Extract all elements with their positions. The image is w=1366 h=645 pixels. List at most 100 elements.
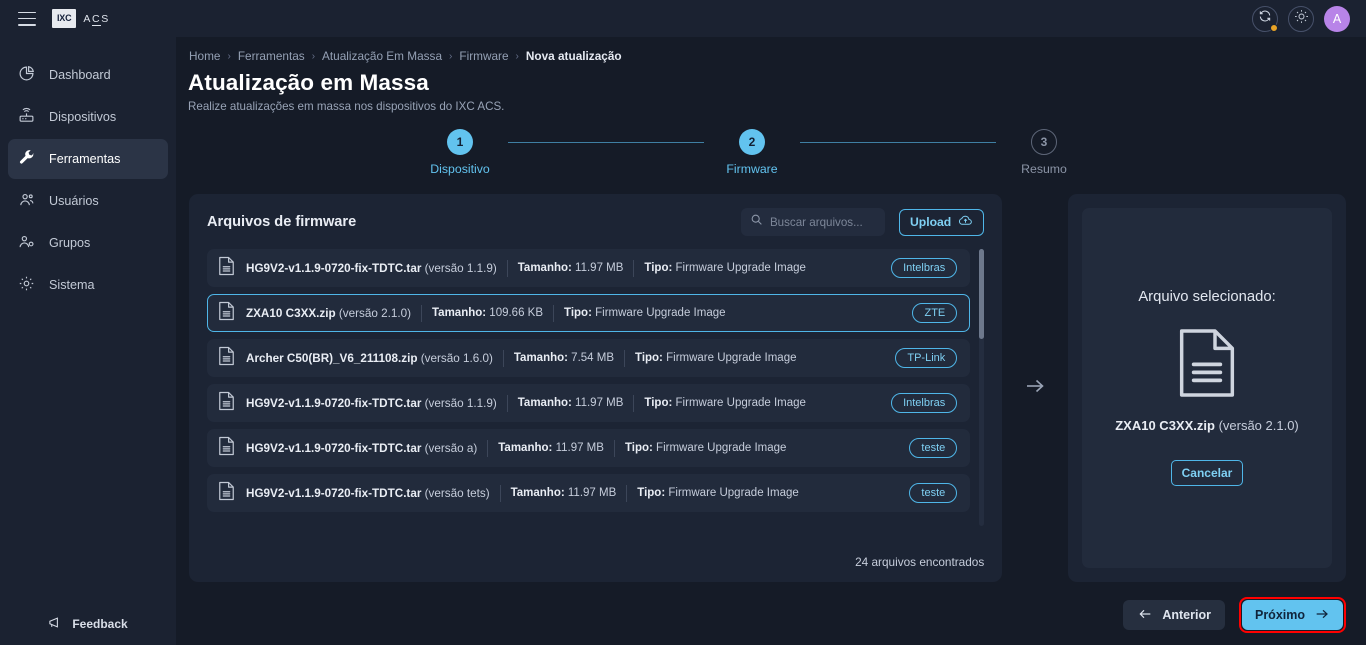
vendor-badge: ZTE bbox=[912, 303, 958, 323]
sidebar-nav: Dashboard Dispositivos Ferramentas Usuár… bbox=[0, 55, 176, 305]
sidebar-header: IXC ACS bbox=[0, 0, 176, 37]
sidebar-item-label: Usuários bbox=[49, 194, 99, 208]
sidebar-item-label: Dispositivos bbox=[49, 110, 117, 124]
divider bbox=[506, 394, 508, 412]
wizard-footer: Anterior Próximo bbox=[1123, 597, 1346, 633]
file-row-details: ZXA10 C3XX.zip (versão 2.1.0) Tamanho: 10… bbox=[246, 304, 901, 322]
divider bbox=[624, 349, 625, 367]
file-row-details: Archer C50(BR)_V6_211108.zip (versão 1.6… bbox=[246, 349, 884, 367]
selected-file-inner: Arquivo selecionado: ZXA10 C3XX.zip (ver… bbox=[1082, 208, 1332, 568]
theme-toggle-button[interactable] bbox=[1288, 5, 1314, 32]
arrow-right-icon bbox=[1314, 606, 1330, 625]
page-title: Atualização em Massa bbox=[188, 70, 429, 95]
breadcrumb-item-atualizacao[interactable]: Atualização Em Massa bbox=[322, 49, 442, 63]
firmware-card-title: Arquivos de firmware bbox=[207, 214, 357, 230]
search-box[interactable] bbox=[740, 208, 885, 236]
document-icon bbox=[218, 346, 235, 371]
document-icon bbox=[1174, 327, 1240, 404]
table-row[interactable]: HG9V2-v1.1.9-0720-fix-TDTC.tar (versão 1… bbox=[207, 384, 971, 422]
vendor-badge: TP-Link bbox=[895, 348, 958, 368]
arrow-right-icon bbox=[1023, 374, 1047, 403]
table-row[interactable]: HG9V2-v1.1.9-0720-fix-TDTC.tar (versão t… bbox=[207, 474, 971, 512]
wrench-icon bbox=[18, 149, 35, 169]
step-label: Dispositivo bbox=[430, 162, 490, 176]
upload-button[interactable]: Upload bbox=[898, 208, 985, 236]
table-row[interactable]: ZXA10 C3XX.zip (versão 2.1.0) Tamanho: 10… bbox=[207, 294, 971, 332]
gear-icon bbox=[18, 275, 35, 295]
next-button[interactable]: Próximo bbox=[1241, 600, 1343, 630]
sync-status-badge bbox=[1270, 23, 1278, 32]
firmware-card-header: Arquivos de firmware Upload bbox=[207, 208, 985, 236]
breadcrumb-item-home[interactable]: Home bbox=[189, 49, 220, 63]
step-firmware[interactable]: 2 Firmware bbox=[704, 129, 800, 176]
file-row-details: HG9V2-v1.1.9-0720-fix-TDTC.tar (versão 1… bbox=[246, 394, 880, 412]
file-type: Tipo: Firmware Upgrade Image bbox=[637, 487, 799, 499]
content-area: Arquivos de firmware Upload bbox=[188, 194, 1346, 582]
selected-file-basename: ZXA10 C3XX.zip bbox=[1115, 418, 1215, 433]
logo-mark: IXC bbox=[52, 9, 77, 28]
app-root: IXC ACS Dashboard Dispositivos Ferrament… bbox=[0, 0, 1366, 645]
sidebar-item-usuarios[interactable]: Usuários bbox=[8, 181, 168, 221]
file-name: ZXA10 C3XX.zip (versão 2.1.0) bbox=[246, 306, 411, 320]
pie-chart-icon bbox=[18, 65, 35, 85]
sidebar-item-sistema[interactable]: Sistema bbox=[8, 265, 168, 305]
app-logo[interactable]: IXC ACS bbox=[52, 9, 110, 28]
next-button-label: Próximo bbox=[1254, 608, 1305, 622]
file-row-details: HG9V2-v1.1.9-0720-fix-TDTC.tar (versão a… bbox=[246, 439, 898, 457]
breadcrumb-item-firmware[interactable]: Firmware bbox=[459, 49, 508, 63]
search-input[interactable] bbox=[769, 215, 876, 229]
document-icon bbox=[218, 301, 235, 326]
avatar[interactable]: A bbox=[1324, 5, 1350, 32]
file-size: Tamanho: 11.97 MB bbox=[510, 487, 617, 499]
sidebar-item-dispositivos[interactable]: Dispositivos bbox=[8, 97, 168, 137]
document-icon bbox=[218, 256, 235, 281]
table-row[interactable]: HG9V2-v1.1.9-0720-fix-TDTC.tar (versão a… bbox=[207, 429, 971, 467]
chevron-right-icon: › bbox=[227, 50, 231, 62]
file-type: Tipo: Firmware Upgrade Image bbox=[635, 352, 797, 364]
stepper: 1 Dispositivo 2 Firmware 3 Resumo bbox=[188, 129, 1346, 176]
cancel-button[interactable]: Cancelar bbox=[1170, 460, 1244, 486]
feedback-button[interactable]: Feedback bbox=[0, 603, 176, 645]
divider bbox=[499, 484, 501, 502]
firmware-files-card: Arquivos de firmware Upload bbox=[189, 194, 1003, 582]
divider bbox=[613, 439, 615, 457]
step-dispositivo[interactable]: 1 Dispositivo bbox=[412, 129, 508, 176]
file-row-details: HG9V2-v1.1.9-0720-fix-TDTC.tar (versão t… bbox=[246, 484, 898, 502]
step-connector bbox=[800, 142, 996, 144]
table-row[interactable]: Archer C50(BR)_V6_211108.zip (versão 1.6… bbox=[207, 339, 971, 377]
divider bbox=[506, 259, 508, 277]
step-number: 3 bbox=[1031, 129, 1057, 155]
topbar: A bbox=[176, 0, 1366, 37]
main-content: Home › Ferramentas › Atualização Em Mass… bbox=[176, 37, 1366, 645]
document-icon bbox=[218, 481, 235, 506]
step-resumo[interactable]: 3 Resumo bbox=[996, 129, 1092, 176]
arrow-left-icon bbox=[1137, 606, 1153, 625]
upload-button-label: Upload bbox=[909, 215, 952, 229]
chevron-right-icon: › bbox=[449, 50, 453, 62]
scrollbar-thumb[interactable] bbox=[979, 249, 985, 339]
users-icon bbox=[18, 191, 35, 211]
previous-button[interactable]: Anterior bbox=[1123, 600, 1225, 630]
file-list-scrollbar[interactable] bbox=[979, 249, 985, 526]
selected-file-title: Arquivo selecionado: bbox=[1138, 289, 1276, 305]
sidebar-item-label: Ferramentas bbox=[49, 152, 121, 166]
vendor-badge: teste bbox=[909, 438, 958, 458]
divider bbox=[626, 484, 628, 502]
menu-toggle-icon[interactable] bbox=[18, 11, 36, 26]
file-size: Tamanho: 11.97 MB bbox=[498, 442, 604, 454]
chevron-right-icon: › bbox=[515, 50, 519, 62]
file-size: Tamanho: 11.97 MB bbox=[517, 397, 624, 409]
previous-button-label: Anterior bbox=[1162, 608, 1211, 622]
feedback-label: Feedback bbox=[72, 617, 128, 631]
sidebar-item-ferramentas[interactable]: Ferramentas bbox=[8, 139, 168, 179]
sync-button[interactable] bbox=[1252, 5, 1278, 32]
divider bbox=[487, 439, 489, 457]
breadcrumb-item-ferramentas[interactable]: Ferramentas bbox=[238, 49, 305, 63]
file-row-details: HG9V2-v1.1.9-0720-fix-TDTC.tar (versão 1… bbox=[246, 259, 880, 277]
sidebar-item-grupos[interactable]: Grupos bbox=[8, 223, 168, 263]
sidebar-item-label: Dashboard bbox=[49, 68, 111, 82]
table-row[interactable]: HG9V2-v1.1.9-0720-fix-TDTC.tar (versão 1… bbox=[207, 249, 971, 287]
step-number: 2 bbox=[739, 129, 765, 155]
selected-file-name: ZXA10 C3XX.zip (versão 2.1.0) bbox=[1115, 418, 1299, 433]
sidebar-item-dashboard[interactable]: Dashboard bbox=[8, 55, 168, 95]
